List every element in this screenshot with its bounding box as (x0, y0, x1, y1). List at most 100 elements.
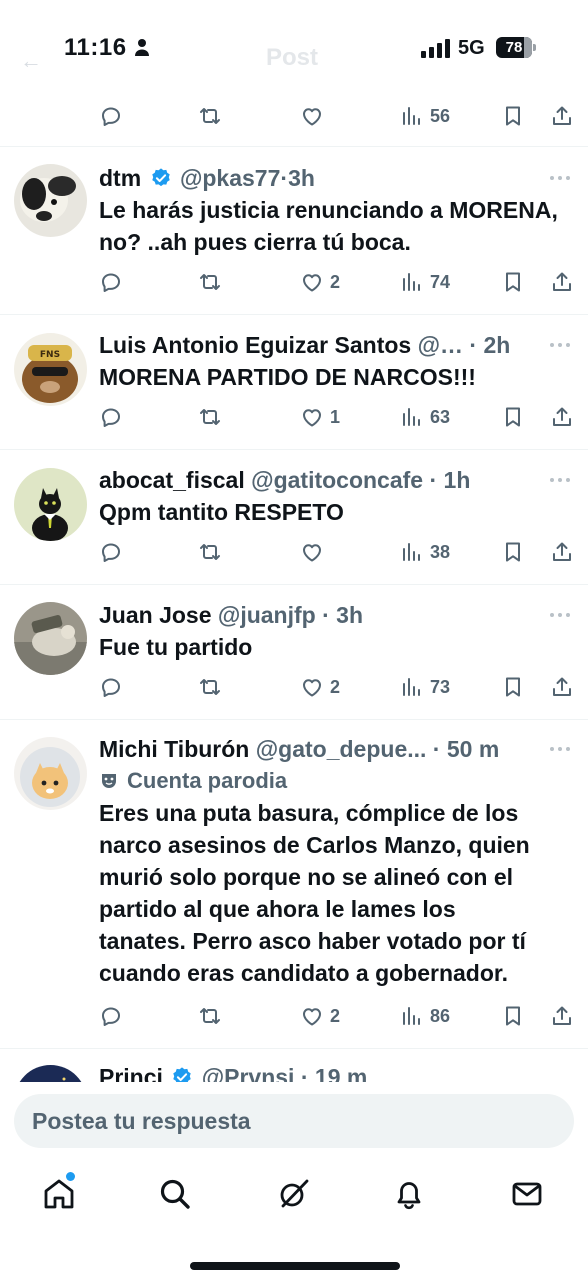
avatar[interactable] (14, 602, 87, 675)
post-text-line: murió solo porque no se alineó con el (99, 864, 514, 890)
share-button[interactable] (550, 673, 574, 701)
author-handle[interactable]: @Prvnsi (202, 1064, 295, 1082)
author-handle[interactable]: @pkas77 (180, 165, 280, 191)
post[interactable]: abocat_fiscal @gatitoconcafe · 1h Qpm ta… (0, 450, 588, 585)
avatar[interactable] (14, 164, 87, 237)
post-text: Le harás justicia renunciando a MORENA, … (99, 197, 558, 255)
bookmark-button[interactable] (501, 538, 525, 566)
share-icon (553, 106, 571, 125)
reply-input[interactable]: Postea tu respuesta (14, 1094, 574, 1148)
reply-button[interactable] (99, 538, 123, 566)
share-button[interactable] (550, 1002, 574, 1030)
repost-button[interactable] (198, 1002, 222, 1030)
reply-button[interactable] (99, 673, 123, 701)
post-text-line: narco asesinos de Carlos Manzo, quien (99, 832, 530, 858)
views-button[interactable]: 74 (400, 268, 450, 296)
bookmark-button[interactable] (501, 102, 525, 130)
heart-icon (303, 679, 321, 697)
bookmark-button[interactable] (501, 268, 525, 296)
share-button[interactable] (550, 403, 574, 431)
verified-badge-icon (151, 168, 170, 187)
post[interactable]: dtm @pkas77·3h Le harás justicia renunci… (0, 147, 588, 315)
avatar[interactable]: FNS (14, 333, 87, 406)
bookmark-button[interactable] (501, 673, 525, 701)
like-button[interactable] (300, 538, 324, 566)
repost-button[interactable] (198, 268, 222, 296)
repost-icon (200, 679, 220, 695)
bookmark-icon (506, 677, 520, 697)
avatar[interactable] (14, 1065, 87, 1082)
post[interactable]: Juan Jose @juanjfp · 3h Fue tu partido 2… (0, 585, 588, 720)
post-time[interactable]: 3h (288, 165, 315, 191)
views-icon (403, 1007, 420, 1025)
grok-tab[interactable] (275, 1176, 311, 1212)
share-button[interactable] (550, 538, 574, 566)
bookmark-button[interactable] (501, 1002, 525, 1030)
views-icon (403, 543, 420, 561)
home-indicator[interactable] (190, 1262, 400, 1270)
author-name[interactable]: abocat_fiscal (99, 467, 245, 493)
reply-button[interactable] (99, 1002, 123, 1030)
home-tab[interactable] (41, 1176, 77, 1212)
post-time[interactable]: 1h (444, 467, 471, 493)
reply-button[interactable] (99, 102, 123, 130)
reply-icon (102, 543, 120, 562)
views-button[interactable]: 86 (400, 1002, 450, 1030)
views-count: 73 (430, 676, 451, 697)
back-arrow-icon[interactable]: ← (20, 48, 42, 74)
views-button[interactable]: 38 (400, 538, 450, 566)
author-name[interactable]: Princi (99, 1064, 163, 1082)
avatar[interactable] (14, 468, 87, 541)
author-name[interactable]: dtm (99, 165, 141, 191)
views-icon (403, 678, 420, 696)
author-name[interactable]: Michi Tiburón (99, 736, 249, 762)
repost-button[interactable] (198, 403, 222, 431)
repost-button[interactable] (198, 538, 222, 566)
share-button[interactable] (550, 102, 574, 130)
post-header: Juan Jose @juanjfp · 3h (99, 599, 572, 631)
reply-icon (102, 408, 120, 427)
share-icon (553, 407, 571, 426)
post[interactable]: Michi Tiburón @gato_depue... · 50 m Cuen… (0, 720, 588, 1049)
author-handle[interactable]: @gatitoconcafe (251, 467, 423, 493)
search-tab[interactable] (157, 1176, 193, 1212)
views-button[interactable]: 56 (400, 102, 450, 130)
post-header: Michi Tiburón @gato_depue... · 50 m (99, 733, 572, 765)
notifications-tab[interactable] (391, 1176, 427, 1212)
reply-button[interactable] (99, 268, 123, 296)
author-name[interactable]: Luis Antonio Eguizar Santos (99, 332, 411, 358)
author-handle[interactable]: @gato_depue... (256, 736, 427, 762)
more-options-icon[interactable] (550, 478, 572, 484)
repost-button[interactable] (198, 673, 222, 701)
author-handle[interactable]: @juanjfp (218, 602, 316, 628)
repost-button[interactable] (198, 102, 222, 130)
author-name[interactable]: Juan Jose (99, 602, 212, 628)
post-time[interactable]: 3h (336, 602, 363, 628)
like-button[interactable]: 2 (300, 1002, 340, 1030)
post[interactable]: Princi @Prvnsi · 19 m (0, 1049, 588, 1082)
more-options-icon[interactable] (550, 176, 572, 182)
views-button[interactable]: 63 (400, 403, 450, 431)
author-handle[interactable]: @… (418, 332, 463, 358)
share-icon (553, 1006, 571, 1025)
post-time[interactable]: 2h (484, 332, 511, 358)
post-time[interactable]: 19 m (315, 1064, 367, 1082)
like-button[interactable]: 2 (300, 268, 340, 296)
more-options-icon[interactable] (550, 343, 572, 349)
post[interactable]: FNS Luis Antonio Eguizar Santos @… · 2h … (0, 315, 588, 450)
like-button[interactable]: 2 (300, 673, 340, 701)
share-button[interactable] (550, 268, 574, 296)
reply-button[interactable] (99, 403, 123, 431)
bookmark-button[interactable] (501, 403, 525, 431)
like-button[interactable]: 1 (300, 403, 340, 431)
verified-badge-icon (173, 1067, 192, 1082)
more-options-icon[interactable] (550, 613, 572, 619)
messages-tab[interactable] (509, 1176, 545, 1212)
like-button[interactable] (300, 102, 324, 130)
photo-avatar-image (14, 602, 87, 675)
avatar[interactable] (14, 737, 87, 810)
post-time[interactable]: 50 m (447, 736, 499, 762)
views-button[interactable]: 73 (400, 673, 450, 701)
more-options-icon[interactable] (550, 747, 572, 753)
views-icon (403, 107, 420, 125)
